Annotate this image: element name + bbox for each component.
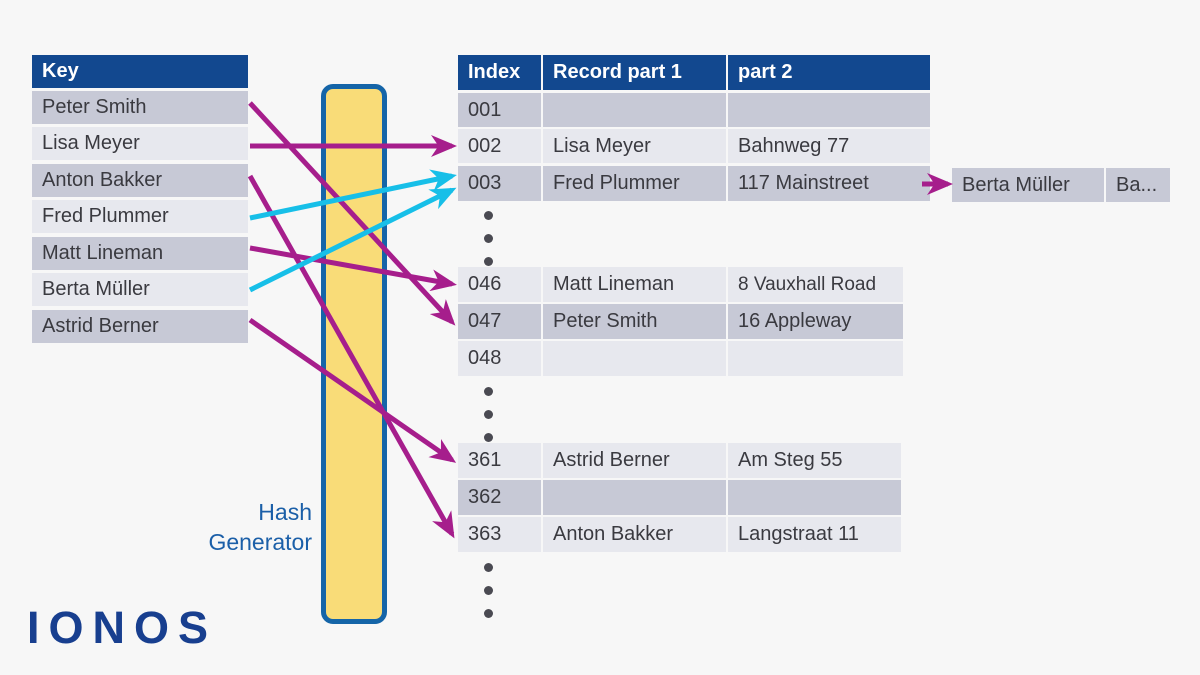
record-row-047-index: 047: [458, 304, 541, 339]
record-row-001-part2: [728, 93, 930, 127]
overflow-part1: Berta Müller: [952, 168, 1104, 202]
record-row-002-index: 002: [458, 129, 541, 163]
record-row-047-part1: Peter Smith: [543, 304, 726, 339]
key-row-matt-lineman: Matt Lineman: [32, 237, 248, 270]
ellipsis-dots-group3: [484, 563, 493, 632]
key-row-fred-plummer: Fred Plummer: [32, 200, 248, 233]
record-row-001-index: 001: [458, 93, 541, 127]
overflow-part2: Ba...: [1106, 168, 1170, 202]
record-header-index: Index: [458, 55, 541, 90]
record-row-003-part1: Fred Plummer: [543, 166, 726, 201]
hash-generator-label-line1: Hash: [258, 499, 312, 525]
key-table-header: Key: [32, 55, 248, 88]
record-row-046-index: 046: [458, 267, 541, 302]
hash-generator-label: Hash Generator: [150, 497, 312, 557]
record-row-361-part2: Am Steg 55: [728, 443, 901, 478]
record-row-048-index: 048: [458, 341, 541, 376]
record-row-047-part2: 16 Appleway: [728, 304, 903, 339]
key-row-astrid-berner: Astrid Berner: [32, 310, 248, 343]
key-table: Key Peter Smith Lisa Meyer Anton Bakker …: [32, 55, 248, 343]
record-header-part2: part 2: [728, 55, 930, 90]
record-row-046-part1: Matt Lineman: [543, 267, 726, 302]
hash-generator-bar: [321, 84, 387, 624]
record-row-363-index: 363: [458, 517, 541, 552]
record-row-002-part1: Lisa Meyer: [543, 129, 726, 163]
record-row-362-part1: [543, 480, 726, 515]
record-row-363-part2: Langstraat 11: [728, 517, 901, 552]
ellipsis-dots-group2: [484, 387, 493, 456]
key-row-peter-smith: Peter Smith: [32, 91, 248, 124]
ellipsis-dots-group1: [484, 211, 493, 280]
diagram-canvas: Key Peter Smith Lisa Meyer Anton Bakker …: [0, 0, 1200, 675]
ionos-logo: IONOS: [27, 602, 218, 653]
record-row-048-part1: [543, 341, 726, 376]
record-row-003-part2: 117 Mainstreet: [728, 166, 930, 201]
record-row-361-part1: Astrid Berner: [543, 443, 726, 478]
record-row-046-part2: 8 Vauxhall Road: [728, 267, 903, 302]
record-row-361-index: 361: [458, 443, 541, 478]
key-row-anton-bakker: Anton Bakker: [32, 164, 248, 197]
key-row-berta-muller: Berta Müller: [32, 273, 248, 306]
record-row-001-part1: [543, 93, 726, 127]
record-row-003-index: 003: [458, 166, 541, 201]
record-row-002-part2: Bahnweg 77: [728, 129, 930, 163]
record-header-part1: Record part 1: [543, 55, 726, 90]
record-row-363-part1: Anton Bakker: [543, 517, 726, 552]
hash-generator-label-line2: Generator: [208, 529, 312, 555]
key-row-lisa-meyer: Lisa Meyer: [32, 127, 248, 160]
record-row-362-part2: [728, 480, 901, 515]
record-row-048-part2: [728, 341, 903, 376]
record-row-362-index: 362: [458, 480, 541, 515]
